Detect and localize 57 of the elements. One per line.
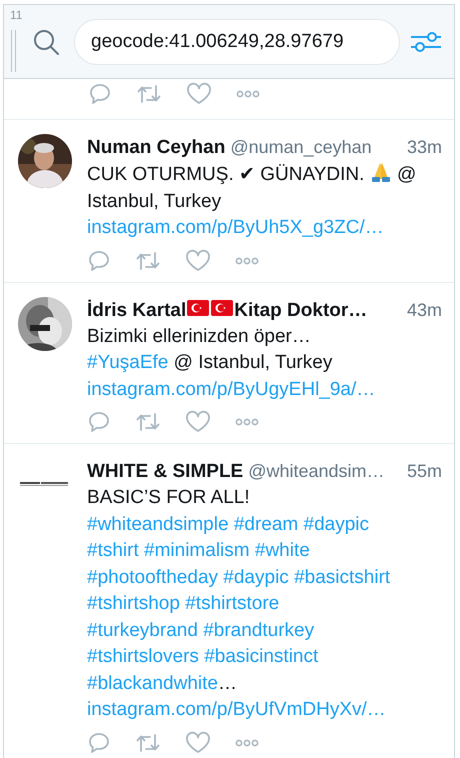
hashtag-link[interactable]: #YuşaEfe xyxy=(87,352,168,373)
hashtag-link[interactable]: #brandturkey xyxy=(203,620,314,640)
more-icon[interactable] xyxy=(236,89,260,99)
search-icon[interactable] xyxy=(32,28,60,56)
hashtag-link[interactable]: #daypic xyxy=(223,566,289,588)
instagram-link[interactable]: instagram.com/p/ByUfVmDHyXv/… xyxy=(87,699,386,720)
reply-icon[interactable] xyxy=(88,82,112,106)
author-name[interactable]: Numan Ceyhan xyxy=(87,135,226,161)
hashtag-link[interactable]: #tshirtshop xyxy=(87,593,180,614)
tweet-text: Istanbul, Turkey xyxy=(87,190,222,212)
author-name[interactable]: WHITE & SIMPLE xyxy=(87,459,244,485)
tweet-text: CUK OTURMUŞ. ✔ GÜNAYDIN. xyxy=(87,164,364,185)
hashtag-link[interactable]: #turkeybrand xyxy=(87,620,198,640)
hashtag-link[interactable]: #basicinstinct xyxy=(204,646,318,667)
column-counter: 11 xyxy=(10,8,22,22)
hashtag-link[interactable]: #tshirtstore xyxy=(185,593,280,614)
instagram-link[interactable]: instagram.com/p/ByUgyEHl_9a/… xyxy=(87,378,376,400)
ellipsis-text: … xyxy=(218,672,237,694)
author-name[interactable]: İdris Kartal xyxy=(87,298,186,324)
drag-handle[interactable] xyxy=(11,30,16,72)
hashtag-link[interactable]: #daypic xyxy=(304,514,370,534)
hashtag-link[interactable]: #tshirtslovers xyxy=(87,646,199,667)
author-handle[interactable]: @numan_ceyhan xyxy=(230,134,372,160)
tweet-time[interactable]: 33m xyxy=(398,134,442,160)
tweet-time[interactable]: 55m xyxy=(398,458,442,484)
hashtag-link[interactable]: #dream xyxy=(234,514,298,534)
hashtag-link[interactable]: #blackandwhite xyxy=(87,672,218,694)
author-handle[interactable]: @whiteandsim… xyxy=(248,458,385,484)
hashtag-link[interactable]: #basictshirt xyxy=(294,566,390,588)
tweet-text: @ Istanbul, Turkey xyxy=(174,352,332,373)
hashtag-link[interactable]: #white xyxy=(254,540,310,561)
more-icon[interactable] xyxy=(235,738,259,748)
hashtag-link[interactable]: #photooftheday xyxy=(87,566,218,588)
turkish-flag-icon xyxy=(211,300,234,316)
reply-icon[interactable] xyxy=(87,410,111,434)
heart-icon[interactable] xyxy=(185,410,211,434)
tweet-time[interactable]: 43m xyxy=(398,296,442,322)
reply-icon[interactable] xyxy=(87,248,111,272)
hashtag-link[interactable]: #minimalism xyxy=(144,540,250,561)
hashtag-link[interactable]: #whiteandsimple xyxy=(87,514,229,534)
retweet-icon[interactable] xyxy=(135,410,161,434)
praying-hands-icon xyxy=(370,161,392,183)
turkish-flag-icon xyxy=(187,300,210,316)
tweet-text: @ xyxy=(397,164,416,185)
retweet-icon[interactable] xyxy=(136,82,162,106)
hashtag-link[interactable]: #tshirt xyxy=(87,540,139,561)
tweet-text: BASIC’S FOR ALL! xyxy=(87,487,250,508)
instagram-link[interactable]: instagram.com/p/ByUh5X_g3ZC/… xyxy=(87,217,384,238)
heart-icon[interactable] xyxy=(185,730,211,754)
heart-icon[interactable] xyxy=(186,82,212,106)
more-icon[interactable] xyxy=(235,417,259,427)
heart-icon[interactable] xyxy=(185,248,211,272)
more-icon[interactable] xyxy=(235,256,259,266)
tweet-text: Bizimki ellerinizden öper… xyxy=(87,326,311,346)
search-field[interactable]: geocode:41.006249,28.97679 xyxy=(74,18,400,64)
author-name[interactable]: Kitap Doktor… xyxy=(234,298,368,324)
reply-icon[interactable] xyxy=(87,730,111,754)
